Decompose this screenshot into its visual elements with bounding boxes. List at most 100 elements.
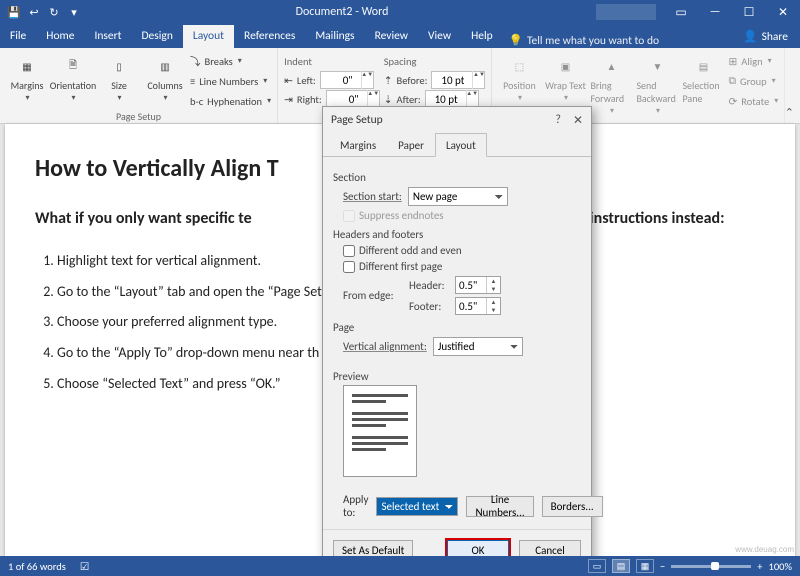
vertical-alignment-select[interactable]: Justified: [433, 337, 523, 356]
page-count[interactable]: 1 of 66 words: [8, 560, 66, 573]
dialog-tab-paper[interactable]: Paper: [387, 133, 435, 157]
from-edge-label: From edge:: [343, 289, 403, 302]
breaks-button[interactable]: ⤵Breaks▾: [190, 52, 271, 70]
bring-forward-button: ▲Bring Forward▾: [590, 50, 632, 116]
quick-access-toolbar: 💾 ↩ ↻ ▾: [0, 4, 88, 20]
group-button: ⧉Group▾: [728, 72, 778, 90]
align-button: ⊞Align▾: [728, 52, 778, 70]
selection-pane-button[interactable]: ▤Selection Pane: [682, 50, 724, 105]
columns-button[interactable]: ▥Columns▾: [144, 50, 186, 103]
suppress-endnotes-label: Suppress endnotes: [359, 209, 444, 222]
wrap-icon: ▣: [553, 54, 577, 78]
margins-icon: ▦: [15, 54, 39, 78]
breaks-icon: ⤵: [190, 54, 201, 69]
tab-mailings[interactable]: Mailings: [305, 25, 364, 48]
spacing-before-input[interactable]: ▲▼: [431, 71, 485, 89]
tab-review[interactable]: Review: [365, 25, 418, 48]
indent-header: Indent: [284, 52, 380, 70]
size-button[interactable]: ▯Size▾: [98, 50, 140, 103]
line-numbers-button[interactable]: ≡Line Numbers▾: [190, 72, 271, 90]
dialog-close-icon[interactable]: ✕: [573, 113, 583, 128]
line-numbers-button[interactable]: Line Numbers...: [466, 496, 533, 517]
tab-design[interactable]: Design: [131, 25, 182, 48]
collapse-ribbon-icon[interactable]: ⌃: [785, 106, 794, 119]
orientation-button[interactable]: 🗎Orientation▾: [52, 50, 94, 103]
footer-label: Footer:: [409, 300, 451, 313]
group-page-setup-label: Page Setup: [6, 110, 271, 123]
qat-customize-icon[interactable]: ▾: [66, 4, 82, 20]
preview-header: Preview: [333, 370, 581, 383]
apply-to-select[interactable]: Selected text: [376, 497, 458, 516]
web-layout-icon[interactable]: ▦: [636, 559, 654, 573]
titlebar: 💾 ↩ ↻ ▾ Document2 - Word ▭ — ☐ ✕: [0, 0, 800, 24]
dialog-help-icon[interactable]: ?: [555, 113, 561, 128]
save-icon[interactable]: 💾: [6, 4, 22, 20]
share-icon: 👤: [743, 29, 757, 44]
section-start-select[interactable]: New page: [408, 187, 508, 206]
read-mode-icon[interactable]: ▭: [588, 559, 606, 573]
window-title: Document2 - Word: [88, 5, 596, 19]
size-icon: ▯: [107, 54, 131, 78]
share-label: Share: [762, 30, 788, 44]
footer-distance-input[interactable]: ▲▼: [455, 297, 501, 315]
bring-forward-icon: ▲: [599, 54, 623, 78]
send-backward-icon: ▼: [645, 54, 669, 78]
tell-me[interactable]: 💡 Tell me what you want to do: [509, 33, 659, 48]
watermark: www.deuag.com: [735, 545, 794, 554]
columns-icon: ▥: [153, 54, 177, 78]
tell-me-label: Tell me what you want to do: [527, 34, 659, 48]
spacing-after-icon: ⇣: [384, 93, 393, 106]
zoom-slider[interactable]: [671, 565, 751, 568]
bulb-icon: 💡: [509, 33, 523, 48]
redo-icon[interactable]: ↻: [46, 4, 62, 20]
different-first-page-checkbox[interactable]: [343, 261, 355, 273]
undo-icon[interactable]: ↩: [26, 4, 42, 20]
header-label: Header:: [409, 279, 451, 292]
indent-left-input[interactable]: ▲▼: [320, 71, 374, 89]
tab-file[interactable]: File: [0, 25, 36, 48]
dialog-tab-margins[interactable]: Margins: [329, 133, 387, 157]
page-setup-dialog: Page Setup ? ✕ Margins Paper Layout Sect…: [322, 106, 592, 572]
indent-right-icon: ⇥: [284, 93, 293, 106]
apply-to-label: Apply to:: [343, 493, 368, 519]
preview-pane: [343, 385, 417, 477]
spacing-header: Spacing: [384, 52, 486, 70]
spellcheck-icon[interactable]: ☑: [80, 560, 89, 573]
section-start-label: Section start:: [343, 190, 402, 203]
rotate-button: ⟳Rotate▾: [728, 92, 778, 110]
position-button: ⬚Position▾: [498, 50, 540, 103]
tab-layout[interactable]: Layout: [183, 25, 234, 48]
print-layout-icon[interactable]: ▤: [612, 559, 630, 573]
zoom-in-button[interactable]: +: [757, 560, 762, 573]
dialog-tabs: Margins Paper Layout: [323, 133, 591, 157]
header-distance-input[interactable]: ▲▼: [455, 276, 501, 294]
zoom-out-button[interactable]: −: [660, 560, 665, 573]
zoom-level[interactable]: 100%: [769, 560, 792, 573]
dialog-tab-layout[interactable]: Layout: [435, 133, 487, 157]
vertical-alignment-label: Vertical alignment:: [343, 340, 427, 353]
dialog-title: Page Setup: [331, 113, 383, 127]
different-odd-even-checkbox[interactable]: [343, 245, 355, 257]
group-icon: ⧉: [728, 74, 736, 88]
tab-help[interactable]: Help: [461, 25, 503, 48]
account-area[interactable]: [596, 4, 656, 20]
rotate-icon: ⟳: [728, 95, 737, 108]
ribbon-display-options-icon[interactable]: ▭: [664, 0, 698, 24]
hyphenation-button[interactable]: b-cHyphenation▾: [190, 92, 271, 110]
share-button[interactable]: 👤 Share: [731, 25, 800, 48]
borders-button[interactable]: Borders...: [542, 496, 603, 517]
maximize-button[interactable]: ☐: [732, 0, 766, 24]
tab-view[interactable]: View: [418, 25, 461, 48]
minimize-button[interactable]: —: [698, 0, 732, 24]
status-bar: 1 of 66 words ☑ ▭ ▤ ▦ − + 100%: [0, 556, 800, 576]
tab-home[interactable]: Home: [36, 25, 84, 48]
indent-left-row: ⇤Left:▲▼: [284, 71, 380, 89]
close-button[interactable]: ✕: [766, 0, 800, 24]
tab-references[interactable]: References: [234, 25, 305, 48]
send-backward-button: ▼Send Backward▾: [636, 50, 678, 116]
position-icon: ⬚: [507, 54, 531, 78]
different-first-page-label: Different first page: [359, 260, 442, 273]
hyphenation-icon: b-c: [190, 95, 203, 108]
tab-insert[interactable]: Insert: [84, 25, 131, 48]
margins-button[interactable]: ▦Margins▾: [6, 50, 48, 103]
